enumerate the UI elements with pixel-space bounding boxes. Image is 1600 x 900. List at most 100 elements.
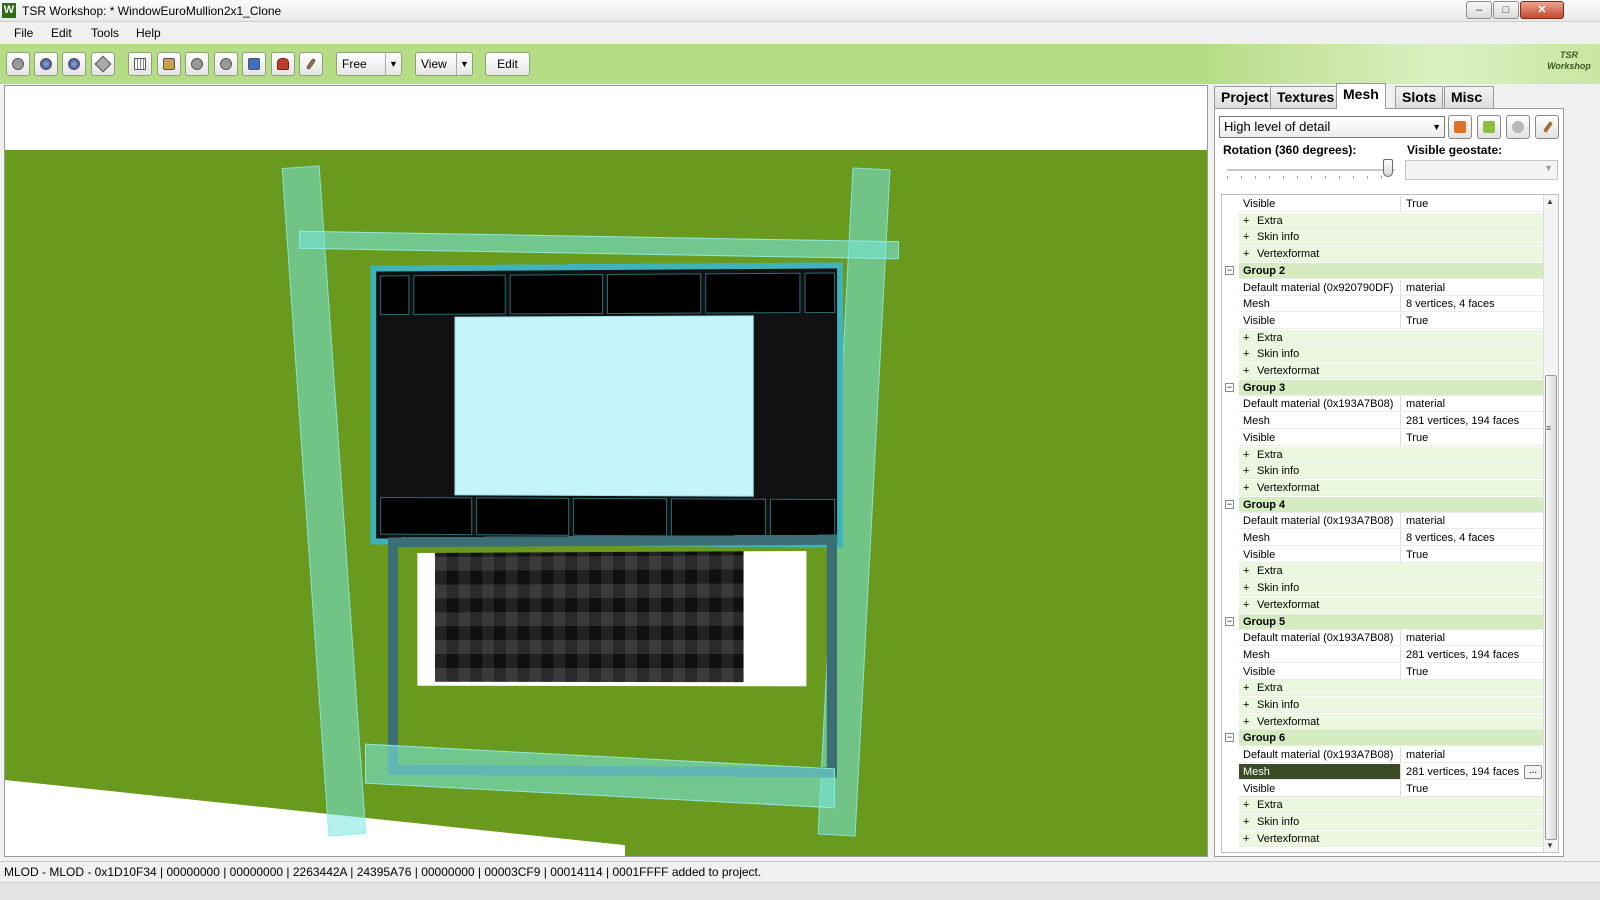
property-value[interactable]: 281 vertices, 194 faces	[1402, 413, 1544, 429]
collapse-icon[interactable]: −	[1225, 733, 1234, 742]
expandable-row[interactable]: + Skin info	[1222, 229, 1544, 246]
menu-help[interactable]: Help	[136, 26, 161, 40]
expandable-row[interactable]: + Vertexformat	[1222, 480, 1544, 497]
3d-viewport[interactable]	[4, 85, 1208, 857]
property-row[interactable]: Visible True	[1222, 313, 1544, 330]
maximize-button[interactable]: □	[1493, 1, 1519, 19]
bone-button[interactable]	[242, 52, 266, 76]
collapse-icon[interactable]: −	[1225, 617, 1234, 626]
import-mesh-button[interactable]	[1448, 115, 1472, 139]
expandable-row[interactable]: + Skin info	[1222, 580, 1544, 597]
property-row[interactable]: Visible True	[1222, 781, 1544, 798]
expand-icon[interactable]: +	[1243, 447, 1249, 463]
property-row[interactable]: Visible True	[1222, 664, 1544, 681]
property-row[interactable]: Visible True	[1222, 547, 1544, 564]
property-row[interactable]: Default material (0x193A7B08) material	[1222, 396, 1544, 413]
expandable-row[interactable]: + Skin info	[1222, 697, 1544, 714]
expand-icon[interactable]: +	[1243, 563, 1249, 579]
grid-button[interactable]	[128, 52, 152, 76]
edit-mesh-button[interactable]	[1535, 115, 1559, 139]
expandable-row[interactable]: + Vertexformat	[1222, 246, 1544, 263]
sphere-shaded-button[interactable]	[62, 52, 86, 76]
tab-misc[interactable]: Misc	[1444, 86, 1494, 108]
property-row[interactable]: Mesh 281 vertices, 194 faces...	[1222, 764, 1544, 781]
group-row[interactable]: − Group 6	[1222, 730, 1544, 747]
expand-icon[interactable]: +	[1243, 597, 1249, 613]
expandable-row[interactable]: + Skin info	[1222, 814, 1544, 831]
mode-select[interactable]: Free ▼	[336, 52, 402, 76]
property-row[interactable]: Default material (0x193A7B08) material	[1222, 513, 1544, 530]
property-row[interactable]: Mesh 281 vertices, 194 faces	[1222, 647, 1544, 664]
scroll-thumb[interactable]	[1545, 375, 1557, 840]
minimize-button[interactable]: ‒	[1466, 1, 1492, 19]
sphere-gray-button[interactable]	[6, 52, 30, 76]
lod-select[interactable]: High level of detail ▼	[1219, 116, 1445, 138]
property-value[interactable]: material	[1402, 396, 1544, 412]
property-value[interactable]: material	[1402, 747, 1544, 763]
expand-icon[interactable]: +	[1243, 330, 1249, 346]
collapse-icon[interactable]: −	[1225, 383, 1234, 392]
geostate-select[interactable]: ▼	[1405, 160, 1558, 180]
collapse-icon[interactable]: −	[1225, 266, 1234, 275]
property-value[interactable]: material	[1402, 630, 1544, 646]
tab-slots[interactable]: Slots	[1395, 86, 1443, 108]
expandable-row[interactable]: + Extra	[1222, 680, 1544, 697]
expandable-row[interactable]: + Vertexformat	[1222, 714, 1544, 731]
property-value[interactable]: True	[1402, 313, 1544, 329]
refresh-button[interactable]	[1506, 115, 1530, 139]
tab-mesh[interactable]: Mesh	[1336, 83, 1386, 109]
property-row[interactable]: Default material (0x920790DF) material	[1222, 280, 1544, 297]
sphere-dark-button[interactable]	[34, 52, 58, 76]
bump-button[interactable]	[214, 52, 238, 76]
property-value[interactable]: material	[1402, 280, 1544, 296]
collapse-icon[interactable]: −	[1225, 500, 1234, 509]
property-row[interactable]: Mesh 281 vertices, 194 faces	[1222, 413, 1544, 430]
property-value[interactable]: True	[1402, 430, 1544, 446]
property-value[interactable]: 281 vertices, 194 faces	[1402, 647, 1544, 663]
expand-icon[interactable]: +	[1243, 797, 1249, 813]
property-value[interactable]: True	[1402, 547, 1544, 563]
scroll-down-icon[interactable]: ▼	[1546, 841, 1554, 850]
expandable-row[interactable]: + Extra	[1222, 797, 1544, 814]
expand-icon[interactable]: +	[1243, 213, 1249, 229]
property-row[interactable]: Visible True	[1222, 430, 1544, 447]
property-row[interactable]: Mesh 8 vertices, 4 faces	[1222, 296, 1544, 313]
expandable-row[interactable]: + Skin info	[1222, 346, 1544, 363]
expandable-row[interactable]: + Extra	[1222, 447, 1544, 464]
expand-icon[interactable]: +	[1243, 463, 1249, 479]
expandable-row[interactable]: + Skin info	[1222, 463, 1544, 480]
slot-button[interactable]	[271, 52, 295, 76]
expandable-row[interactable]: + Vertexformat	[1222, 831, 1544, 848]
expand-icon[interactable]: +	[1243, 714, 1249, 730]
expandable-row[interactable]: + Extra	[1222, 330, 1544, 347]
expand-icon[interactable]: +	[1243, 363, 1249, 379]
property-value[interactable]: 281 vertices, 194 faces...	[1402, 764, 1544, 780]
texture-button[interactable]	[157, 52, 181, 76]
expand-icon[interactable]: +	[1243, 680, 1249, 696]
edit-button[interactable]: Edit	[485, 52, 530, 76]
property-row[interactable]: Mesh 8 vertices, 4 faces	[1222, 530, 1544, 547]
shadow-button[interactable]	[185, 52, 209, 76]
expandable-row[interactable]: + Extra	[1222, 563, 1544, 580]
property-row[interactable]: Default material (0x193A7B08) material	[1222, 630, 1544, 647]
expandable-row[interactable]: + Vertexformat	[1222, 597, 1544, 614]
export-mesh-button[interactable]	[1477, 115, 1501, 139]
expandable-row[interactable]: + Extra	[1222, 213, 1544, 230]
property-value[interactable]: 8 vertices, 4 faces	[1402, 530, 1544, 546]
group-row[interactable]: − Group 2	[1222, 263, 1544, 280]
expandable-row[interactable]: + Vertexformat	[1222, 363, 1544, 380]
expand-icon[interactable]: +	[1243, 831, 1249, 847]
menu-file[interactable]: File	[14, 26, 33, 40]
grid-scrollbar[interactable]: ▲ ≡ ▼	[1543, 195, 1558, 852]
group-row[interactable]: − Group 3	[1222, 380, 1544, 397]
property-value[interactable]: True	[1402, 781, 1544, 797]
menu-edit[interactable]: Edit	[51, 26, 72, 40]
property-value[interactable]: True	[1402, 664, 1544, 680]
close-button[interactable]: ✕	[1520, 1, 1564, 19]
brush-button[interactable]	[299, 52, 323, 76]
menu-tools[interactable]: Tools	[91, 26, 119, 40]
expand-icon[interactable]: +	[1243, 480, 1249, 496]
tab-project[interactable]: Project	[1214, 86, 1275, 108]
expand-icon[interactable]: +	[1243, 580, 1249, 596]
group-row[interactable]: − Group 5	[1222, 614, 1544, 631]
